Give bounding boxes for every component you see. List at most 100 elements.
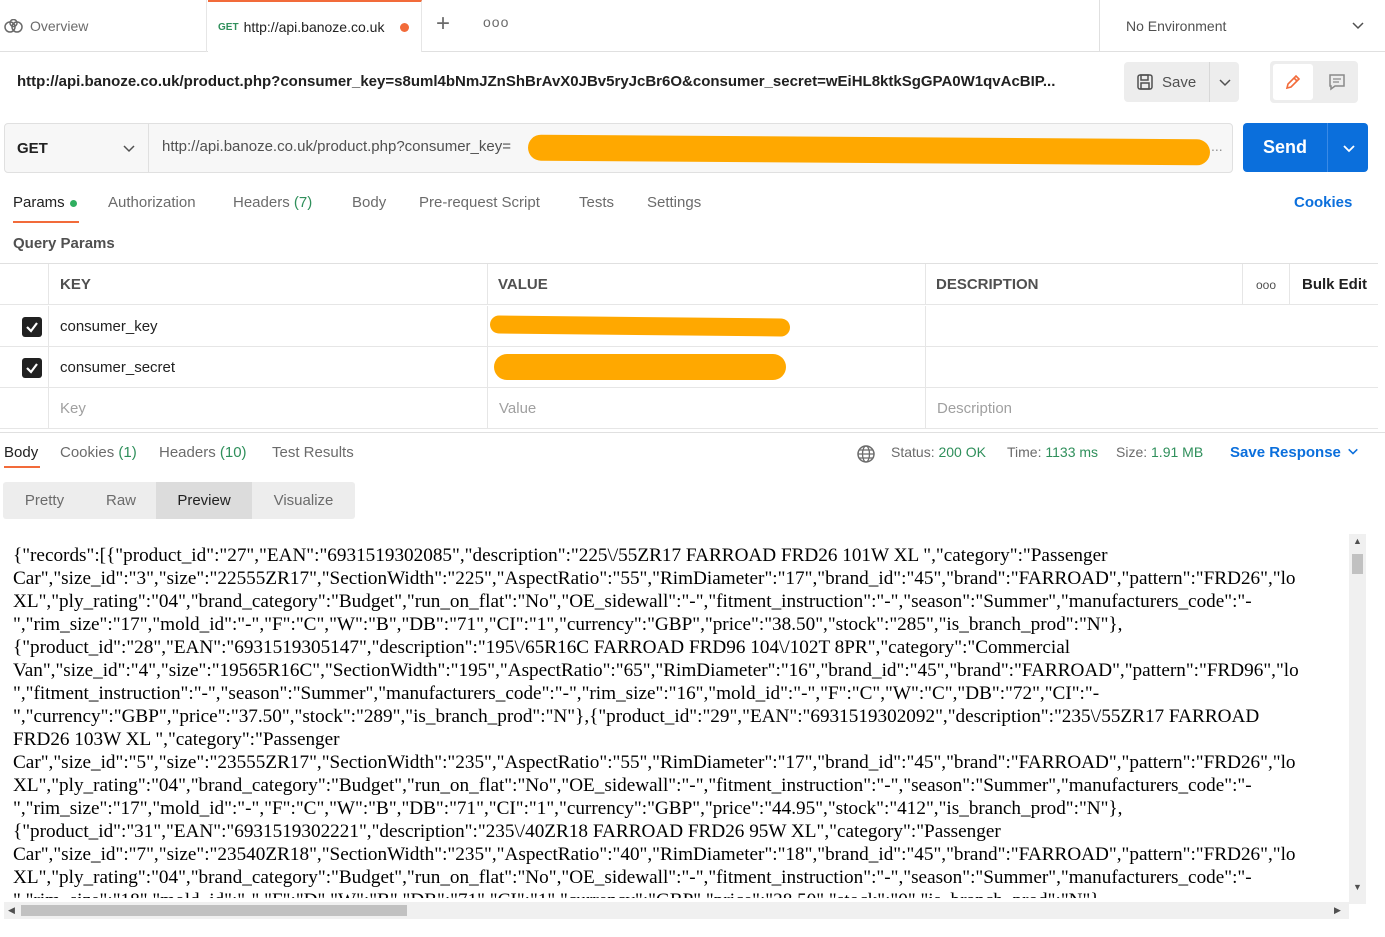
method-label: GET bbox=[17, 139, 48, 157]
response-body-line: ","fitment_instruction":"-","season":"Su… bbox=[13, 683, 1100, 704]
chevron-down-icon bbox=[123, 145, 135, 153]
request-tabs: Params Authorization Headers (7) Body Pr… bbox=[0, 186, 1385, 223]
horizontal-scrollbar[interactable]: ◀ ▶ bbox=[4, 902, 1349, 919]
save-icon bbox=[1137, 74, 1153, 90]
view-raw[interactable]: Raw bbox=[86, 482, 156, 519]
save-response-label: Save Response bbox=[1230, 444, 1341, 461]
new-value-input[interactable]: Value bbox=[499, 388, 536, 429]
response-body-line: Van","size_id":"4","size":"19565R16C","S… bbox=[13, 660, 1299, 681]
tab-settings[interactable]: Settings bbox=[647, 194, 701, 211]
tab-more-icon[interactable]: ooo bbox=[483, 14, 509, 30]
new-tab-plus-icon[interactable]: + bbox=[436, 12, 450, 36]
url-input[interactable]: http://api.banoze.co.uk/product.php?cons… bbox=[162, 138, 511, 155]
response-body-line: ","rim_size":"17","mold_id":"-","F":"C",… bbox=[13, 614, 1123, 635]
method-select[interactable]: GET bbox=[5, 124, 149, 172]
param-checkbox[interactable] bbox=[22, 306, 42, 347]
view-pretty[interactable]: Pretty bbox=[3, 482, 86, 519]
status-value: 200 OK bbox=[938, 444, 986, 460]
response-body-line: Car","size_id":"3","size":"22555ZR17","S… bbox=[13, 568, 1296, 589]
response-divider bbox=[0, 432, 1385, 433]
request-name[interactable]: http://api.banoze.co.uk/product.php?cons… bbox=[17, 73, 1082, 90]
new-key-input[interactable]: Key bbox=[60, 388, 86, 429]
tab-params-label: Params bbox=[13, 194, 65, 211]
globe-icon[interactable] bbox=[856, 444, 876, 464]
scroll-right-icon[interactable]: ▶ bbox=[1334, 905, 1341, 916]
save-label: Save bbox=[1162, 73, 1197, 91]
response-body-line: {"product_id":"28","EAN":"6931519305147"… bbox=[13, 637, 1071, 658]
active-tab-underline bbox=[13, 221, 79, 223]
tab-request-active[interactable]: GET http://api.banoze.co.uk bbox=[208, 0, 422, 52]
table-more-icon[interactable]: ooo bbox=[1256, 264, 1276, 305]
response-body-line: Car","size_id":"5","size":"23555ZR17","S… bbox=[13, 752, 1296, 773]
header-value: VALUE bbox=[498, 276, 548, 293]
environment-select[interactable]: No Environment bbox=[1099, 0, 1385, 52]
new-description-input[interactable]: Description bbox=[937, 388, 1012, 429]
response-body-text: {"records":[{"product_id":"27","EAN":"69… bbox=[13, 544, 1347, 898]
response-body-line: XL","ply_rating":"04","brand_category":"… bbox=[13, 775, 1252, 796]
resp-active-underline bbox=[4, 466, 40, 468]
response-body-line: ","currency":"GBP","price":"37.50","stoc… bbox=[13, 706, 1260, 727]
view-toggle bbox=[1270, 61, 1358, 103]
tab-params[interactable]: Params bbox=[13, 194, 77, 211]
url-overflow: ... bbox=[1211, 138, 1223, 154]
size-label: Size: bbox=[1116, 444, 1148, 460]
save-dropdown-button[interactable] bbox=[1210, 75, 1239, 89]
environment-label: No Environment bbox=[1126, 18, 1227, 34]
response-body-line: ","rim_size":"18","mold_id":"-","F":"D",… bbox=[13, 889, 1347, 898]
response-body-line: XL","ply_rating":"04","brand_category":"… bbox=[13, 591, 1252, 612]
comments-button[interactable] bbox=[1320, 64, 1354, 100]
resp-headers-count: (10) bbox=[219, 444, 247, 461]
resp-tab-test-results[interactable]: Test Results bbox=[272, 444, 354, 461]
scroll-up-icon[interactable]: ▲ bbox=[1353, 536, 1362, 546]
param-key[interactable]: consumer_secret bbox=[60, 347, 175, 388]
scroll-left-icon[interactable]: ◀ bbox=[8, 905, 15, 916]
send-button[interactable]: Send bbox=[1243, 123, 1328, 172]
unsaved-dot-icon bbox=[399, 22, 409, 32]
save-button-group: Save bbox=[1124, 62, 1239, 102]
chevron-down-icon bbox=[1348, 448, 1358, 455]
resp-tab-headers-label: Headers bbox=[159, 444, 216, 461]
tab-tests[interactable]: Tests bbox=[579, 194, 614, 211]
size-readout: Size: 1.91 MB bbox=[1116, 444, 1203, 460]
tab-headers-label: Headers bbox=[233, 194, 290, 211]
param-key[interactable]: consumer_key bbox=[60, 306, 158, 347]
value-redaction bbox=[494, 354, 786, 380]
tab-overview[interactable]: Overview bbox=[0, 0, 207, 52]
cookies-link[interactable]: Cookies bbox=[1294, 194, 1352, 211]
status-readout: Status: 200 OK bbox=[891, 444, 986, 460]
tab-headers[interactable]: Headers (7) bbox=[233, 194, 312, 211]
resp-tab-body[interactable]: Body bbox=[4, 444, 38, 461]
checkbox-checked-icon bbox=[22, 316, 42, 337]
response-body-line: {"records":[{"product_id":"27","EAN":"69… bbox=[13, 545, 1108, 566]
time-label: Time: bbox=[1007, 444, 1042, 460]
resp-tab-cookies[interactable]: Cookies (1) bbox=[60, 444, 137, 461]
response-tabs: Body Cookies (1) Headers (10) Test Resul… bbox=[0, 440, 1385, 470]
response-body-line: Car","size_id":"7","size":"23540ZR18","S… bbox=[13, 844, 1296, 865]
response-body-preview[interactable]: {"records":[{"product_id":"27","EAN":"69… bbox=[4, 534, 1366, 922]
view-preview[interactable]: Preview bbox=[156, 482, 252, 519]
send-dropdown-button[interactable] bbox=[1329, 123, 1368, 172]
resp-tab-headers[interactable]: Headers (10) bbox=[159, 444, 247, 461]
resp-tab-cookies-label: Cookies bbox=[60, 444, 115, 461]
vertical-scrollbar[interactable]: ▲ ▼ bbox=[1349, 534, 1366, 904]
vertical-scroll-thumb[interactable] bbox=[1352, 554, 1363, 574]
status-label: Status: bbox=[891, 444, 935, 460]
scroll-down-icon[interactable]: ▼ bbox=[1353, 882, 1362, 892]
table-row: consumer_secret bbox=[0, 347, 1378, 388]
tab-prerequest-script[interactable]: Pre-request Script bbox=[419, 194, 540, 211]
chevron-down-icon bbox=[1352, 22, 1364, 30]
tab-authorization[interactable]: Authorization bbox=[108, 194, 196, 211]
view-visualize[interactable]: Visualize bbox=[252, 482, 355, 519]
table-row-empty: Key Value Description bbox=[0, 388, 1378, 429]
tab-bar: Overview GET http://api.banoze.co.uk + o… bbox=[0, 0, 1385, 52]
param-checkbox[interactable] bbox=[22, 347, 42, 388]
chevron-down-icon bbox=[1218, 79, 1231, 87]
save-button[interactable]: Save bbox=[1124, 62, 1210, 102]
edit-icon bbox=[1285, 74, 1301, 90]
chevron-down-icon bbox=[1342, 144, 1355, 152]
bulk-edit-button[interactable]: Bulk Edit bbox=[1302, 264, 1367, 305]
horizontal-scroll-thumb[interactable] bbox=[21, 905, 407, 916]
edit-mode-button[interactable] bbox=[1273, 64, 1313, 100]
save-response-button[interactable]: Save Response bbox=[1230, 444, 1359, 461]
tab-body[interactable]: Body bbox=[352, 194, 386, 211]
